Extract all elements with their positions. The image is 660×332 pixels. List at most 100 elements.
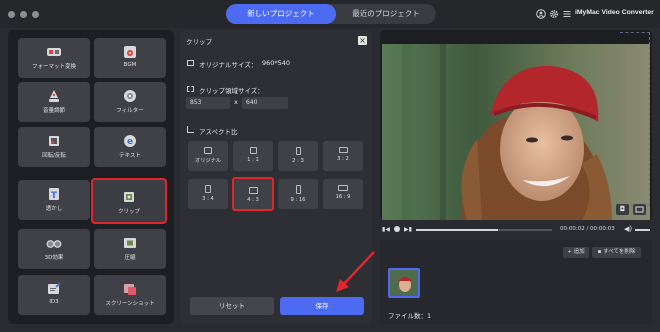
clip-panel-title: クリップ: [186, 38, 212, 46]
camera-icon[interactable]: ◘: [616, 204, 629, 215]
tool-label: フィルター: [116, 108, 144, 114]
window-close-button[interactable]: [8, 11, 15, 18]
tool-clip[interactable]: クリップ: [91, 178, 167, 224]
tool-label: BGM: [123, 62, 137, 68]
add-file-button[interactable]: + 追加: [563, 247, 589, 258]
watermark-icon: T: [46, 187, 62, 201]
play-icon[interactable]: [394, 226, 400, 232]
tool-label: 3D効果: [44, 255, 64, 261]
tool-volume[interactable]: 音量調節: [18, 82, 90, 122]
image-icon: [187, 60, 194, 66]
times-label: x: [234, 98, 238, 106]
tool-label: 音量調節: [42, 108, 65, 114]
rotate-icon: [46, 134, 62, 148]
ratio-original[interactable]: オリジナル: [188, 141, 228, 171]
ratio-label: オリジナル: [195, 158, 221, 164]
screenshot-icon: [122, 282, 138, 296]
square-icon: [249, 147, 257, 154]
portrait-icon: [205, 185, 211, 193]
tool-label: ID3: [49, 299, 59, 305]
gear-icon[interactable]: [549, 9, 559, 19]
file-list: + 追加 ▪ すべてを削除 ファイル数：1: [380, 240, 652, 324]
ratio-label: 4 : 3: [247, 197, 259, 203]
original-size-value: 960*540: [262, 59, 291, 67]
compress-icon: [122, 236, 138, 250]
music-icon: [122, 45, 138, 59]
ratio-label: 16 : 9: [335, 194, 351, 200]
ratio-3-4[interactable]: 3 : 4: [188, 179, 228, 209]
tool-label: フォーマット変換: [31, 64, 76, 70]
crop-area-icon: [187, 86, 194, 92]
file-count: ファイル数：1: [388, 312, 432, 320]
folder-icon[interactable]: [633, 204, 646, 215]
menu-icon[interactable]: [562, 9, 572, 19]
svg-text:T: T: [51, 191, 58, 201]
svg-text:e: e: [127, 137, 133, 147]
portrait-icon: [295, 147, 301, 155]
portrait-icon: [295, 185, 301, 194]
ratio-label: 9 : 16: [290, 197, 306, 203]
save-button[interactable]: 保存: [280, 297, 364, 315]
tab-recent-projects[interactable]: 最近のプロジェクト: [336, 4, 436, 24]
file-thumbnail[interactable]: [388, 268, 420, 298]
filter-icon: [122, 89, 138, 103]
landscape-icon: [338, 147, 348, 153]
annotation-arrow: [336, 251, 375, 292]
aspect-ratio-label: アスペクト比: [199, 128, 238, 136]
original-size-label: オリジナルサイズ：: [199, 61, 258, 69]
tool-watermark[interactable]: T 透かし: [18, 180, 90, 220]
tool-label: スクリーンショット: [105, 301, 155, 307]
tool-bgm[interactable]: BGM: [94, 38, 166, 78]
format-convert-icon: [46, 45, 62, 59]
clip-width-input[interactable]: 853: [186, 97, 230, 109]
close-icon[interactable]: ×: [358, 36, 367, 45]
skip-back-icon[interactable]: ▮◀: [382, 226, 390, 233]
ratio-4-3[interactable]: 4 : 3: [232, 177, 274, 211]
progress-fill: [416, 229, 498, 231]
tool-format-convert[interactable]: フォーマット変換: [18, 38, 90, 78]
user-icon[interactable]: [536, 9, 546, 19]
reset-button[interactable]: リセット: [190, 297, 274, 315]
crop-boundary: [620, 32, 650, 206]
progress-track[interactable]: [416, 229, 552, 231]
tool-rotate[interactable]: 回転/反転: [18, 127, 90, 167]
clip-height-input[interactable]: 640: [242, 97, 288, 109]
3d-glasses-icon: [46, 236, 62, 250]
ratio-3-2[interactable]: 3 : 2: [323, 141, 363, 171]
ratio-label: 3 : 4: [202, 196, 214, 202]
tool-3d-effect[interactable]: 3D効果: [18, 229, 90, 269]
ratio-2-3[interactable]: 2 : 3: [278, 141, 318, 171]
tool-screenshot[interactable]: スクリーンショット: [94, 275, 166, 315]
tool-compress[interactable]: 圧縮: [94, 229, 166, 269]
ratio-label: 1 : 1: [247, 157, 259, 163]
ratio-9-16[interactable]: 9 : 16: [278, 179, 318, 209]
tool-label: テキスト: [119, 153, 141, 159]
volume-slider[interactable]: [635, 229, 650, 231]
window-maximize-button[interactable]: [32, 11, 39, 18]
tool-label: 回転/反転: [42, 153, 66, 159]
video-frame-image: [382, 44, 650, 220]
tool-id3[interactable]: ID3: [18, 275, 90, 315]
window-minimize-button[interactable]: [20, 11, 27, 18]
tool-label: 圧縮: [124, 255, 136, 261]
volume-icon[interactable]: ◀): [624, 225, 633, 234]
skip-forward-icon[interactable]: ▶▮: [404, 226, 412, 233]
landscape-icon: [248, 187, 258, 194]
time-display: 00:00:02 / 00:00:03: [560, 226, 615, 232]
tool-label: 透かし: [45, 206, 63, 212]
text-icon: e: [122, 134, 138, 148]
tab-new-project[interactable]: 新しいプロジェクト: [226, 4, 336, 24]
ratio-1-1[interactable]: 1 : 1: [233, 141, 273, 171]
title-bar: 新しいプロジェクト 最近のプロジェクト iMyMac Video Convert…: [0, 0, 660, 28]
tool-label: クリップ: [117, 209, 140, 215]
ratio-label: 3 : 2: [337, 156, 349, 162]
delete-all-button[interactable]: ▪ すべてを削除: [592, 247, 641, 258]
crop-icon: [121, 190, 137, 204]
player-controls: ▮◀ ▶▮ 00:00:02 / 00:00:03 ◀): [380, 222, 652, 238]
ratio-16-9[interactable]: 16 : 9: [323, 179, 363, 209]
app-title: iMyMac Video Converter: [575, 9, 654, 16]
tool-text[interactable]: e テキスト: [94, 127, 166, 167]
clip-area-label: クリップ領域サイズ：: [199, 87, 264, 95]
tool-filter[interactable]: フィルター: [94, 82, 166, 122]
volume-icon: [46, 89, 62, 103]
